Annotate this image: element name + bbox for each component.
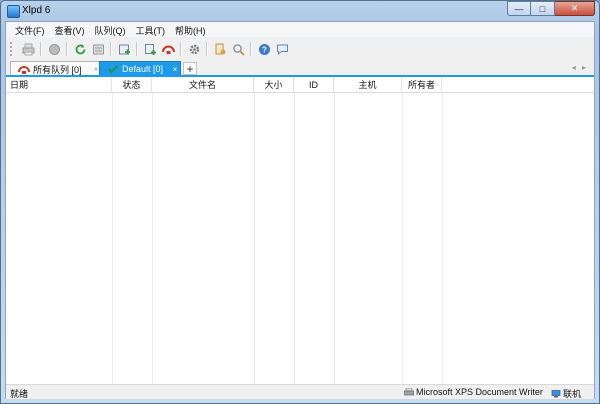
toolbar-separator: [206, 42, 208, 56]
column-header-owner[interactable]: 所有者: [402, 77, 442, 92]
user-icon[interactable]: [212, 41, 228, 57]
toolbar-grip[interactable]: [10, 42, 15, 56]
table-column: [152, 93, 255, 386]
toolbar-separator: [110, 42, 112, 56]
toolbar: ?: [6, 38, 594, 60]
toolbar-separator: [136, 42, 138, 56]
printer-icon: [404, 388, 414, 396]
check-icon: [107, 65, 119, 74]
tab-scroll-arrows[interactable]: ◂ ▸: [572, 63, 588, 72]
add-queue-icon[interactable]: [116, 41, 132, 57]
toolbar-separator: [250, 42, 252, 56]
status-printer-name: Microsoft XPS Document Writer: [416, 387, 543, 397]
table-column: [6, 93, 113, 386]
add-tab-button[interactable]: +: [183, 62, 197, 75]
toolbar-separator: [180, 42, 182, 56]
column-header-host[interactable]: 主机: [334, 77, 402, 92]
menu-bar: 文件(F) 查看(V) 队列(Q) 工具(T) 帮助(H): [6, 22, 594, 37]
column-header-filename[interactable]: 文件名: [152, 77, 254, 92]
status-text: 就绪: [10, 389, 29, 399]
toolbar-separator: [66, 42, 68, 56]
tab-label: 所有队列 [0]: [33, 64, 82, 75]
menu-tools[interactable]: 工具(T): [131, 22, 171, 37]
menu-help[interactable]: 帮助(H): [170, 22, 211, 37]
table-column: [254, 93, 295, 386]
column-header-size[interactable]: 大小: [254, 77, 294, 92]
print-icon[interactable]: [20, 41, 36, 57]
maximize-button[interactable]: □: [531, 1, 555, 16]
menu-view[interactable]: 查看(V): [50, 22, 90, 37]
search-icon[interactable]: [230, 41, 246, 57]
settings-icon[interactable]: [186, 41, 202, 57]
window-title: Xlpd 6: [22, 5, 51, 16]
window-controls: — □ ✕: [507, 1, 595, 18]
client-area: 文件(F) 查看(V) 队列(Q) 工具(T) 帮助(H) ? 所有队列 [0]…: [5, 21, 595, 399]
table-column: [294, 93, 335, 386]
job-table: ▲ 日期 状态 文件名 大小 ID 主机 所有者: [6, 73, 594, 386]
tab-close-icon[interactable]: ×: [170, 65, 180, 74]
table-column: [112, 93, 153, 386]
title-bar[interactable]: Xlpd 6 — □ ✕: [1, 1, 599, 21]
printer-icon: [18, 66, 30, 74]
printer-add-icon[interactable]: [142, 41, 158, 57]
status-printer: Microsoft XPS Document Writer: [404, 387, 543, 397]
menu-queue[interactable]: 队列(Q): [90, 22, 131, 37]
menu-file[interactable]: 文件(F): [10, 22, 50, 37]
app-icon: [7, 5, 20, 18]
column-header-id[interactable]: ID: [294, 77, 334, 92]
message-icon[interactable]: [274, 41, 290, 57]
refresh-icon[interactable]: [72, 41, 88, 57]
status-online: 联机: [551, 387, 581, 400]
status-online-label: 联机: [563, 389, 582, 399]
table-header: ▲ 日期 状态 文件名 大小 ID 主机 所有者: [6, 73, 594, 93]
stop-icon[interactable]: [46, 41, 62, 57]
column-header-date[interactable]: 日期: [6, 77, 112, 92]
app-window: Xlpd 6 — □ ✕ 文件(F) 查看(V) 队列(Q) 工具(T) 帮助(…: [0, 0, 600, 404]
queue-tabs: 所有队列 [0] × Default [0] × + ◂ ▸: [6, 60, 594, 76]
close-button[interactable]: ✕: [555, 1, 595, 16]
table-column: [402, 93, 443, 386]
toolbar-separator: [40, 42, 42, 56]
network-icon: [551, 389, 561, 397]
svg-text:?: ?: [262, 45, 267, 54]
help-icon[interactable]: ?: [256, 41, 272, 57]
column-header-status[interactable]: 状态: [112, 77, 152, 92]
queue-icon[interactable]: [90, 41, 106, 57]
printer-icon[interactable]: [160, 41, 176, 57]
minimize-button[interactable]: —: [507, 1, 531, 16]
tab-default[interactable]: Default [0] ×: [99, 61, 181, 76]
table-column: [334, 93, 403, 386]
status-bar: 就绪 Microsoft XPS Document Writer 联机: [6, 384, 594, 399]
tab-label: Default [0]: [122, 64, 164, 74]
